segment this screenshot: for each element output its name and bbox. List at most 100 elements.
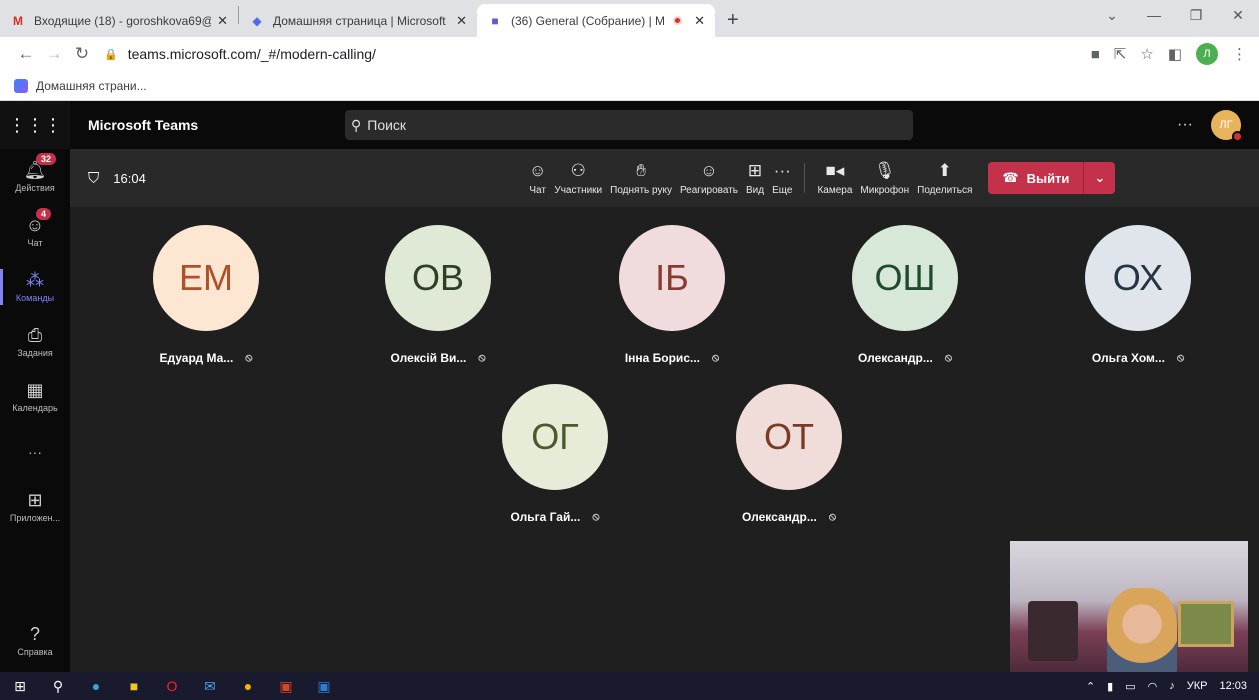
participant-tile[interactable]: ЕМ Едуард Ма... ⦸ bbox=[136, 225, 276, 365]
microphone-icon[interactable]: ▮ bbox=[1107, 680, 1113, 693]
participant-name: Ольга Хом... ⦸ bbox=[1092, 351, 1184, 365]
rail-item-teams[interactable]: ⁂ Команды bbox=[0, 259, 70, 314]
opera-icon[interactable]: O bbox=[164, 678, 180, 694]
bookmark-item[interactable]: Домашняя страни... bbox=[36, 79, 147, 93]
browser-tab-bar: M Входящие (18) - goroshkova69@ ✕ ◆ Дома… bbox=[0, 0, 1259, 37]
rail-item-more[interactable]: ··· bbox=[0, 424, 70, 479]
participant-avatar: ОТ bbox=[736, 384, 842, 490]
rail-label: Справка bbox=[17, 647, 53, 657]
close-icon[interactable]: ✕ bbox=[456, 13, 467, 29]
leave-button[interactable]: ☎ Выйти ⌄ bbox=[988, 162, 1116, 194]
raise-hand-button[interactable]: ✋︎ Поднять руку bbox=[606, 149, 676, 207]
system-tray: ⌃ ▮ ▭ ◠ ♪ УКР 12:03 bbox=[1086, 680, 1247, 693]
more-icon: ··· bbox=[773, 160, 791, 180]
participant-avatar: ОХ bbox=[1085, 225, 1191, 331]
camera-in-use-icon[interactable]: ■ bbox=[1091, 46, 1100, 63]
wifi-icon[interactable]: ◠ bbox=[1148, 680, 1158, 693]
control-label: Реагировать bbox=[679, 184, 738, 196]
tab-label: Домашняя страница | Microsoft bbox=[273, 13, 446, 28]
restore-icon[interactable]: ❐ bbox=[1175, 7, 1217, 24]
file-explorer-icon[interactable]: ■ bbox=[126, 678, 142, 694]
close-icon[interactable]: ✕ bbox=[694, 13, 705, 29]
mic-off-icon: ⦸ bbox=[245, 351, 253, 364]
chat-button[interactable]: ☺ Чат bbox=[525, 149, 550, 207]
gmail-icon: M bbox=[13, 13, 23, 28]
participants-icon: ⚇ bbox=[570, 160, 586, 180]
chevron-up-icon[interactable]: ⌃ bbox=[1086, 680, 1095, 693]
tab-label: (36) General (Собрание) | M bbox=[511, 13, 666, 28]
window-close-icon[interactable]: ✕ bbox=[1217, 7, 1259, 24]
windows-taskbar: ⊞ ⚲ ● ■ O ✉ ● ▣ ▣ ⌃ ▮ ▭ ◠ ♪ УКР 12:03 bbox=[0, 672, 1259, 700]
search-icon[interactable]: ⚲ bbox=[50, 678, 66, 694]
user-avatar[interactable]: ЛГ bbox=[1211, 110, 1243, 142]
forward-icon[interactable]: → bbox=[40, 44, 68, 64]
back-icon[interactable]: ← bbox=[12, 44, 40, 64]
participant-tile[interactable]: ОВ Олексій Ви... ⦸ bbox=[368, 225, 508, 365]
tab-teams-general[interactable]: ■ (36) General (Собрание) | M ✕ bbox=[477, 4, 715, 37]
rail-item-apps[interactable]: ⊞ Приложен... bbox=[0, 479, 70, 534]
word-icon[interactable]: ▣ bbox=[316, 678, 332, 694]
participant-name: Олексій Ви... ⦸ bbox=[390, 351, 485, 365]
calendar-icon: ▦ bbox=[26, 380, 44, 400]
windows-start-icon[interactable]: ⊞ bbox=[12, 678, 28, 694]
share-page-icon[interactable]: ⇱ bbox=[1114, 45, 1127, 63]
app-launcher-icon[interactable]: ⋮⋮⋮ bbox=[0, 101, 70, 149]
clock[interactable]: 12:03 bbox=[1219, 680, 1247, 692]
control-label: Вид bbox=[746, 184, 765, 196]
settings-more-icon[interactable]: ··· bbox=[1177, 116, 1193, 134]
side-panel-icon[interactable]: ◧ bbox=[1168, 45, 1182, 63]
more-actions-button[interactable]: ··· Еще bbox=[768, 149, 796, 207]
leave-main[interactable]: ☎ Выйти bbox=[988, 170, 1083, 186]
profile-avatar[interactable]: Л bbox=[1196, 43, 1218, 65]
share-button[interactable]: ⬆ Поделиться bbox=[913, 149, 976, 207]
view-button[interactable]: ⊞ Вид bbox=[742, 149, 768, 207]
volume-icon[interactable]: ♪ bbox=[1169, 680, 1175, 692]
self-video-preview[interactable] bbox=[1010, 541, 1248, 672]
name-text: Олексій Ви... bbox=[390, 351, 467, 365]
apps-icon: ⊞ bbox=[27, 490, 43, 510]
background-picture bbox=[1178, 601, 1234, 647]
participant-name: Інна Борис... ⦸ bbox=[625, 351, 719, 365]
rail-item-activity[interactable]: 🔔︎ 32 Действия bbox=[0, 149, 70, 204]
chevron-down-icon[interactable]: ⌄ bbox=[1083, 162, 1115, 194]
participant-tile[interactable]: ОШ Олександр... ⦸ bbox=[835, 225, 975, 365]
new-tab-button[interactable]: + bbox=[715, 4, 751, 37]
microphone-button[interactable]: 🎙︎ Микрофон bbox=[856, 149, 913, 207]
rail-label: Календарь bbox=[12, 403, 58, 413]
participant-tile[interactable]: ОХ Ольга Хом... ⦸ bbox=[1068, 225, 1208, 365]
powerpoint-icon[interactable]: ▣ bbox=[278, 678, 294, 694]
rail-item-help[interactable]: ? Справка bbox=[0, 613, 70, 668]
participant-tile[interactable]: ОГ Ольга Гай... ⦸ bbox=[485, 384, 625, 524]
search-icon: ⚲ bbox=[351, 116, 362, 133]
close-icon[interactable]: ✕ bbox=[217, 13, 228, 29]
tab-search-icon[interactable]: ⌄ bbox=[1091, 7, 1133, 24]
edge-icon[interactable]: ● bbox=[88, 678, 104, 694]
participant-tile[interactable]: ІБ Інна Борис... ⦸ bbox=[602, 225, 742, 365]
participants-button[interactable]: ⚇ Участники bbox=[550, 149, 606, 207]
browser-menu-icon[interactable]: ⋮ bbox=[1232, 45, 1247, 63]
language-indicator[interactable]: УКР bbox=[1187, 680, 1208, 692]
chrome-icon[interactable]: ● bbox=[240, 678, 256, 694]
react-button[interactable]: ☺ Реагировать bbox=[676, 149, 742, 207]
rail-item-calendar[interactable]: ▦ Календарь bbox=[0, 369, 70, 424]
bookmark-star-icon[interactable]: ☆ bbox=[1140, 45, 1153, 63]
microsoft-icon bbox=[14, 78, 28, 93]
tab-microsoft-home[interactable]: ◆ Домашняя страница | Microsoft ✕ bbox=[239, 4, 477, 37]
rail-item-assignments[interactable]: ⎙ Задания bbox=[0, 314, 70, 369]
search-input[interactable]: ⚲ Поиск bbox=[345, 110, 913, 140]
minimize-icon[interactable]: — bbox=[1133, 7, 1175, 23]
url-field[interactable]: 🔒 teams.microsoft.com/_#/modern-calling/ bbox=[104, 46, 1091, 62]
recording-indicator-icon bbox=[673, 16, 683, 25]
rail-label: Действия bbox=[15, 183, 55, 193]
tab-gmail[interactable]: M Входящие (18) - goroshkova69@ ✕ bbox=[0, 4, 238, 37]
mail-icon[interactable]: ✉ bbox=[202, 678, 218, 694]
name-text: Інна Борис... bbox=[624, 351, 700, 365]
browser-actions: ■ ⇱ ☆ ◧ Л ⋮ bbox=[1091, 43, 1247, 65]
battery-icon[interactable]: ▭ bbox=[1125, 680, 1135, 693]
reload-icon[interactable]: ↻ bbox=[68, 44, 96, 64]
participant-tile[interactable]: ОТ Олександр... ⦸ bbox=[719, 384, 859, 524]
rail-item-chat[interactable]: ☺ 4 Чат bbox=[0, 204, 70, 259]
lock-icon: 🔒 bbox=[104, 48, 118, 61]
camera-button[interactable]: ■◂ Камера bbox=[813, 149, 856, 207]
tab-label: Входящие (18) - goroshkova69@ bbox=[34, 13, 212, 28]
